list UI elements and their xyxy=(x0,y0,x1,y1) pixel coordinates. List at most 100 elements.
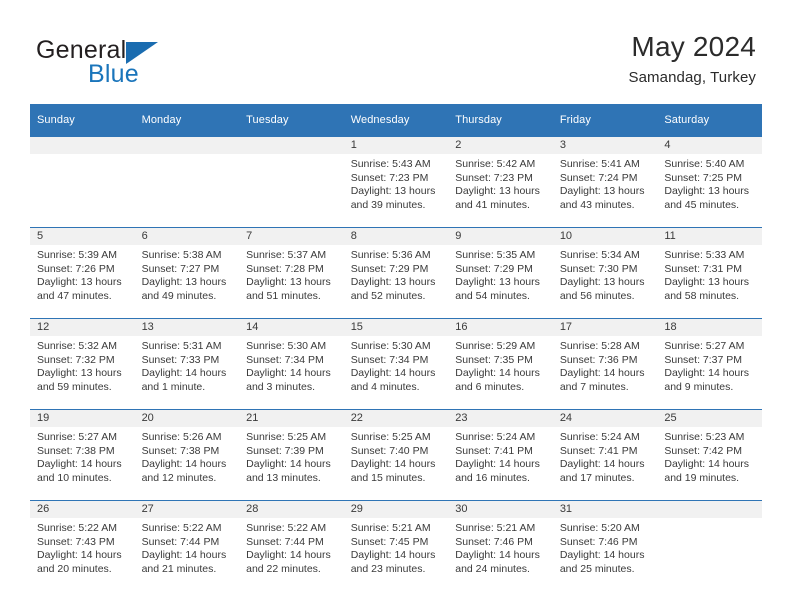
calendar-day-cell[interactable]: 18 Sunrise: 5:27 AM Sunset: 7:37 PM Dayligh… xyxy=(657,318,762,410)
calendar-day-cell[interactable]: 15 Sunrise: 5:30 AM Sunset: 7:34 PM Dayligh… xyxy=(343,318,449,410)
day-number: 31 xyxy=(552,501,658,518)
day-details: Sunrise: 5:30 AM Sunset: 7:34 PM Daylight:… xyxy=(239,336,344,394)
daylight-text-line2: and 56 minutes. xyxy=(559,289,635,302)
sunset-text: Sunset: 7:44 PM xyxy=(141,535,220,548)
daylight-text-line2: and 59 minutes. xyxy=(37,380,112,393)
weekday-header-wednesday: Wednesday xyxy=(343,104,449,137)
day-number: 27 xyxy=(134,501,240,518)
sunrise-text: Sunrise: 5:29 AM xyxy=(455,340,536,352)
calendar-day-cell[interactable]: 25 Sunrise: 5:23 AM Sunset: 7:42 PM Dayligh… xyxy=(657,409,762,501)
calendar-day-cell[interactable]: 7 Sunrise: 5:37 AM Sunset: 7:28 PM Daylight… xyxy=(239,227,344,319)
daylight-text-line1: Daylight: 14 hours xyxy=(350,367,436,380)
day-details: Sunrise: 5:28 AM Sunset: 7:36 PM Daylight:… xyxy=(553,336,658,394)
sunset-text: Sunset: 7:29 PM xyxy=(350,262,429,275)
calendar-day-cell[interactable]: 14 Sunrise: 5:30 AM Sunset: 7:34 PM Dayligh… xyxy=(239,318,344,410)
calendar-day-cell[interactable]: 24 Sunrise: 5:24 AM Sunset: 7:41 PM Dayligh… xyxy=(552,409,658,501)
sunset-text: Sunset: 7:41 PM xyxy=(455,444,533,457)
day-number: 19 xyxy=(30,410,135,427)
calendar-day-cell[interactable]: 2 Sunrise: 5:42 AM Sunset: 7:23 PM Daylight… xyxy=(448,136,553,228)
day-details: Sunrise: 5:23 AM Sunset: 7:42 PM Daylight:… xyxy=(657,427,762,485)
day-details: Sunrise: 5:42 AM Sunset: 7:23 PM Daylight:… xyxy=(448,154,553,212)
calendar-day-cell[interactable]: 20 Sunrise: 5:26 AM Sunset: 7:38 PM Dayligh… xyxy=(134,409,240,501)
day-details: Sunrise: 5:27 AM Sunset: 7:38 PM Daylight:… xyxy=(30,427,135,485)
sunrise-text: Sunrise: 5:25 AM xyxy=(350,431,431,443)
day-number: 10 xyxy=(552,228,658,245)
sunrise-text: Sunrise: 5:36 AM xyxy=(350,249,431,261)
daylight-text-line2: and 1 minute. xyxy=(141,380,206,393)
sunset-text: Sunset: 7:38 PM xyxy=(37,444,115,457)
calendar-day-cell[interactable]: 5 Sunrise: 5:39 AM Sunset: 7:26 PM Daylight… xyxy=(30,227,135,319)
sunrise-text: Sunrise: 5:32 AM xyxy=(37,340,117,352)
calendar-day-cell[interactable]: 22 Sunrise: 5:25 AM Sunset: 7:40 PM Dayligh… xyxy=(343,409,449,501)
sunrise-text: Sunrise: 5:42 AM xyxy=(455,158,536,170)
calendar-day-cell[interactable]: 16 Sunrise: 5:29 AM Sunset: 7:35 PM Dayligh… xyxy=(448,318,553,410)
brand-logo[interactable]: General Blue xyxy=(36,36,276,92)
calendar-day-cell[interactable]: 28 Sunrise: 5:22 AM Sunset: 7:44 PM Dayligh… xyxy=(239,500,344,591)
daylight-text-line2: and 43 minutes. xyxy=(559,198,635,211)
daylight-text-line1: Daylight: 14 hours xyxy=(141,367,227,380)
day-number: 18 xyxy=(657,319,762,336)
weekday-header-thursday: Thursday xyxy=(448,104,553,137)
calendar-table: Sunday Monday Tuesday Wednesday Thursday… xyxy=(30,104,762,591)
daylight-text-line2: and 52 minutes. xyxy=(350,289,426,302)
day-number: 28 xyxy=(239,501,344,518)
calendar-day-cell[interactable]: 10 Sunrise: 5:34 AM Sunset: 7:30 PM Dayligh… xyxy=(552,227,658,319)
day-details: Sunrise: 5:34 AM Sunset: 7:30 PM Daylight:… xyxy=(553,245,658,303)
sunset-text: Sunset: 7:38 PM xyxy=(141,444,220,457)
daylight-text-line1: Daylight: 14 hours xyxy=(664,367,750,380)
calendar-day-cell[interactable]: 30 Sunrise: 5:21 AM Sunset: 7:46 PM Dayligh… xyxy=(448,500,553,591)
calendar-day-cell[interactable]: 29 Sunrise: 5:21 AM Sunset: 7:45 PM Dayligh… xyxy=(343,500,449,591)
daylight-text-line1: Daylight: 13 hours xyxy=(141,276,227,289)
daylight-text-line1: Daylight: 14 hours xyxy=(559,458,645,471)
calendar-day-cell[interactable]: 21 Sunrise: 5:25 AM Sunset: 7:39 PM Dayligh… xyxy=(239,409,344,501)
daylight-text-line2: and 24 minutes. xyxy=(455,562,530,575)
calendar-week-row: 5 Sunrise: 5:39 AM Sunset: 7:26 PM Daylight… xyxy=(30,227,762,319)
calendar-day-cell[interactable]: 31 Sunrise: 5:20 AM Sunset: 7:46 PM Dayligh… xyxy=(552,500,658,591)
calendar-day-cell[interactable]: 11 Sunrise: 5:33 AM Sunset: 7:31 PM Dayligh… xyxy=(657,227,762,319)
day-number xyxy=(239,137,344,154)
daylight-text-line2: and 21 minutes. xyxy=(141,562,217,575)
calendar-day-cell[interactable]: 26 Sunrise: 5:22 AM Sunset: 7:43 PM Dayligh… xyxy=(30,500,135,591)
daylight-text-line1: Daylight: 14 hours xyxy=(455,458,540,471)
calendar-day-cell[interactable]: 17 Sunrise: 5:28 AM Sunset: 7:36 PM Dayligh… xyxy=(552,318,658,410)
calendar-day-cell[interactable]: 1 Sunrise: 5:43 AM Sunset: 7:23 PM Daylight… xyxy=(343,136,449,228)
day-number: 2 xyxy=(448,137,553,154)
sunrise-text: Sunrise: 5:41 AM xyxy=(559,158,640,170)
day-details: Sunrise: 5:40 AM Sunset: 7:25 PM Daylight:… xyxy=(657,154,762,212)
daylight-text-line1: Daylight: 14 hours xyxy=(246,549,331,562)
daylight-text-line2: and 45 minutes. xyxy=(664,198,740,211)
sunrise-text: Sunrise: 5:40 AM xyxy=(664,158,745,170)
calendar-day-cell[interactable]: 27 Sunrise: 5:22 AM Sunset: 7:44 PM Dayligh… xyxy=(134,500,240,591)
sunset-text: Sunset: 7:33 PM xyxy=(141,353,220,366)
sunrise-text: Sunrise: 5:25 AM xyxy=(246,431,327,443)
day-number: 24 xyxy=(552,410,658,427)
daylight-text-line2: and 7 minutes. xyxy=(559,380,629,393)
calendar-day-cell[interactable]: 13 Sunrise: 5:31 AM Sunset: 7:33 PM Dayligh… xyxy=(134,318,240,410)
calendar-day-cell-empty xyxy=(30,136,135,228)
calendar-day-cell[interactable]: 3 Sunrise: 5:41 AM Sunset: 7:24 PM Daylight… xyxy=(552,136,658,228)
day-details: Sunrise: 5:35 AM Sunset: 7:29 PM Daylight:… xyxy=(448,245,553,303)
calendar-day-cell[interactable]: 6 Sunrise: 5:38 AM Sunset: 7:27 PM Daylight… xyxy=(134,227,240,319)
daylight-text-line2: and 39 minutes. xyxy=(350,198,426,211)
day-details: Sunrise: 5:30 AM Sunset: 7:34 PM Daylight:… xyxy=(344,336,449,394)
daylight-text-line1: Daylight: 13 hours xyxy=(37,276,122,289)
calendar-day-cell[interactable]: 4 Sunrise: 5:40 AM Sunset: 7:25 PM Daylight… xyxy=(657,136,762,228)
weekday-header-friday: Friday xyxy=(552,104,658,137)
calendar-day-cell[interactable]: 23 Sunrise: 5:24 AM Sunset: 7:41 PM Dayligh… xyxy=(448,409,553,501)
calendar-day-cell[interactable]: 9 Sunrise: 5:35 AM Sunset: 7:29 PM Daylight… xyxy=(448,227,553,319)
day-details: Sunrise: 5:43 AM Sunset: 7:23 PM Daylight:… xyxy=(344,154,449,212)
calendar-day-cell[interactable]: 19 Sunrise: 5:27 AM Sunset: 7:38 PM Dayligh… xyxy=(30,409,135,501)
day-number: 30 xyxy=(448,501,553,518)
calendar-day-cell[interactable]: 12 Sunrise: 5:32 AM Sunset: 7:32 PM Dayligh… xyxy=(30,318,135,410)
calendar-day-cell[interactable]: 8 Sunrise: 5:36 AM Sunset: 7:29 PM Daylight… xyxy=(343,227,449,319)
day-number xyxy=(30,137,135,154)
daylight-text-line1: Daylight: 14 hours xyxy=(559,367,645,380)
sunset-text: Sunset: 7:26 PM xyxy=(37,262,115,275)
daylight-text-line1: Daylight: 13 hours xyxy=(350,185,436,198)
sunset-text: Sunset: 7:23 PM xyxy=(455,171,533,184)
sunrise-text: Sunrise: 5:22 AM xyxy=(141,522,222,534)
sunset-text: Sunset: 7:39 PM xyxy=(246,444,324,457)
daylight-text-line2: and 16 minutes. xyxy=(455,471,530,484)
day-number: 20 xyxy=(134,410,240,427)
weekday-header-sunday: Sunday xyxy=(30,104,135,137)
